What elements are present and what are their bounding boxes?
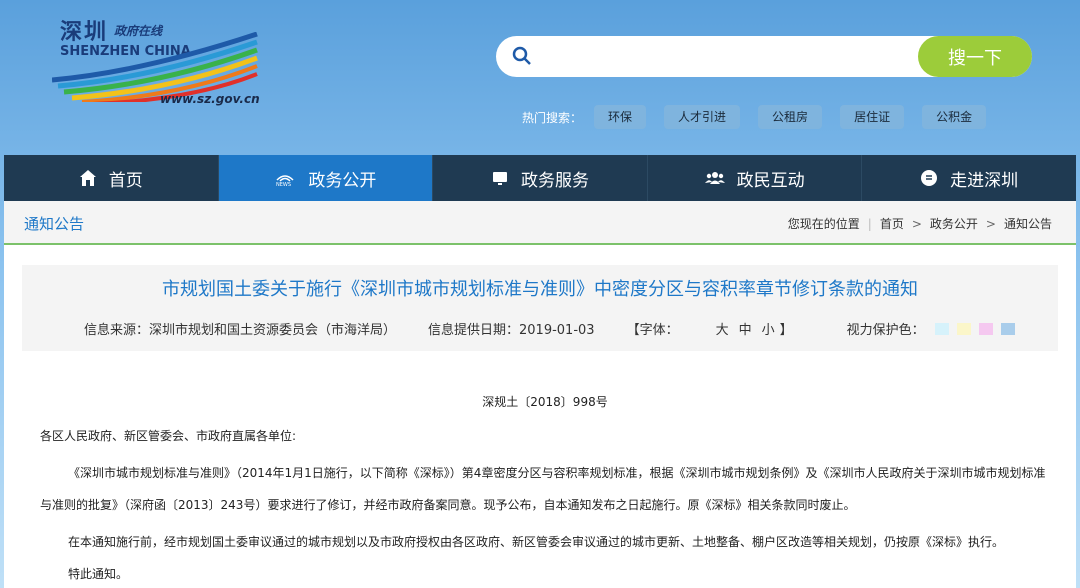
nav-item-about-shenzhen[interactable]: 走进深圳 <box>862 155 1076 201</box>
chevron-right-icon: > <box>911 216 922 231</box>
paragraph: 《深圳市城市规划标准与准则》（2014年1月1日施行，以下简称《深标》）第4章密… <box>40 466 1046 512</box>
info-icon <box>921 170 938 186</box>
site-logo[interactable]: 深圳 政府在线 SHENZHEN CHINA www.sz.gov.cn <box>52 14 272 114</box>
breadcrumb-divider: | <box>867 216 872 231</box>
home-icon <box>79 170 96 186</box>
article-source: 信息来源：深圳市规划和国土资源委员会（市海洋局） <box>84 323 397 338</box>
eye-care-swatch-pink[interactable] <box>978 322 993 335</box>
nav-label: 政务服务 <box>520 170 589 191</box>
hot-search: 热门搜索： 环保 人才引进 公租房 居住证 公积金 <box>522 104 1004 130</box>
search-button[interactable]: 搜一下 <box>918 36 1032 77</box>
hot-tag-environment[interactable]: 环保 <box>594 105 647 129</box>
nav-label: 首页 <box>108 170 143 191</box>
nav-label: 走进深圳 <box>950 170 1019 191</box>
monitor-icon <box>492 172 507 185</box>
font-size-label: 【字体： <box>626 323 679 338</box>
svg-text:NEWS: NEWS <box>276 182 291 187</box>
hot-tag-talent[interactable]: 人才引进 <box>664 105 741 129</box>
recipients: 各区人民政府、新区管委会、市政府直属各单位: <box>40 429 297 443</box>
breadcrumb: 您现在的位置 | 首页 > 政务公开 > 通知公告 <box>788 215 1052 232</box>
nav-label: 政民互动 <box>736 170 805 191</box>
search-icon <box>512 46 531 65</box>
nav-item-government-affairs[interactable]: NEWS 政务公开 <box>218 155 434 201</box>
eye-care-swatch-cyan[interactable] <box>934 322 949 335</box>
font-size-close: 】 <box>779 323 793 338</box>
main-nav: 首页 NEWS 政务公开 政务服务 政民互动 走进深圳 <box>4 155 1076 201</box>
location-label: 您现在的位置 <box>787 217 860 231</box>
hot-tag-residence-permit[interactable]: 居住证 <box>840 105 905 129</box>
nav-item-home[interactable]: 首页 <box>4 155 219 201</box>
breadcrumb-home[interactable]: 首页 <box>880 215 904 232</box>
chevron-right-icon: > <box>985 216 996 231</box>
hot-tag-public-rental[interactable]: 公租房 <box>758 105 823 129</box>
paragraph: 在本通知施行前，经市规划国土委审议通过的城市规划以及市政府授权由各区政府、新区管… <box>68 535 1005 549</box>
article-date: 信息提供日期：2019-01-03 <box>428 323 595 338</box>
section-title: 通知公告 <box>24 215 85 233</box>
article-title: 市规划国土委关于施行《深圳市城市规划标准与准则》中密度分区与容积率章节修订条款的… <box>162 279 918 300</box>
eye-care-swatch-blue[interactable] <box>1000 322 1015 335</box>
article-header: 市规划国土委关于施行《深圳市城市规划标准与准则》中密度分区与容积率章节修订条款的… <box>22 265 1058 351</box>
news-icon: NEWS <box>276 175 294 187</box>
document-number: 深规土〔2018〕998号 <box>482 395 608 409</box>
main-content: 通知公告 您现在的位置 | 首页 > 政务公开 > 通知公告 市规划国土委关于施… <box>4 201 1076 588</box>
nav-item-services[interactable]: 政务服务 <box>433 155 648 201</box>
article-body: 深规土〔2018〕998号 各区人民政府、新区管委会、市政府直属各单位: 《深圳… <box>40 391 1050 588</box>
eye-care-label: 视力保护色： <box>846 323 925 338</box>
search-bar: 搜一下 <box>496 36 1032 77</box>
logo-url: www.sz.gov.cn <box>160 92 260 106</box>
breadcrumb-bar: 通知公告 您现在的位置 | 首页 > 政务公开 > 通知公告 <box>4 201 1076 245</box>
closing: 特此通知。 <box>68 567 129 581</box>
font-size-medium[interactable]: 中 <box>739 319 752 338</box>
search-input[interactable] <box>542 42 902 70</box>
hot-tag-housing-fund[interactable]: 公积金 <box>922 105 987 129</box>
breadcrumb-notices[interactable]: 通知公告 <box>1004 215 1052 232</box>
font-size-large[interactable]: 大 <box>716 319 729 338</box>
font-size-selector: 【字体： 大 中 小 】 <box>627 319 825 338</box>
users-icon <box>704 172 725 184</box>
eye-care-swatch-yellow[interactable] <box>956 322 971 335</box>
nav-label: 政务公开 <box>308 170 377 191</box>
nav-item-interaction[interactable]: 政民互动 <box>648 155 863 201</box>
article-meta: 信息来源：深圳市规划和国土资源委员会（市海洋局） 信息提供日期：2019-01-… <box>84 319 1015 338</box>
font-size-small[interactable]: 小 <box>762 319 775 338</box>
breadcrumb-government-affairs[interactable]: 政务公开 <box>930 215 978 232</box>
hot-search-label: 热门搜索： <box>522 110 583 125</box>
site-header: 深圳 政府在线 SHENZHEN CHINA www.sz.gov.cn 搜一下… <box>0 0 1080 155</box>
